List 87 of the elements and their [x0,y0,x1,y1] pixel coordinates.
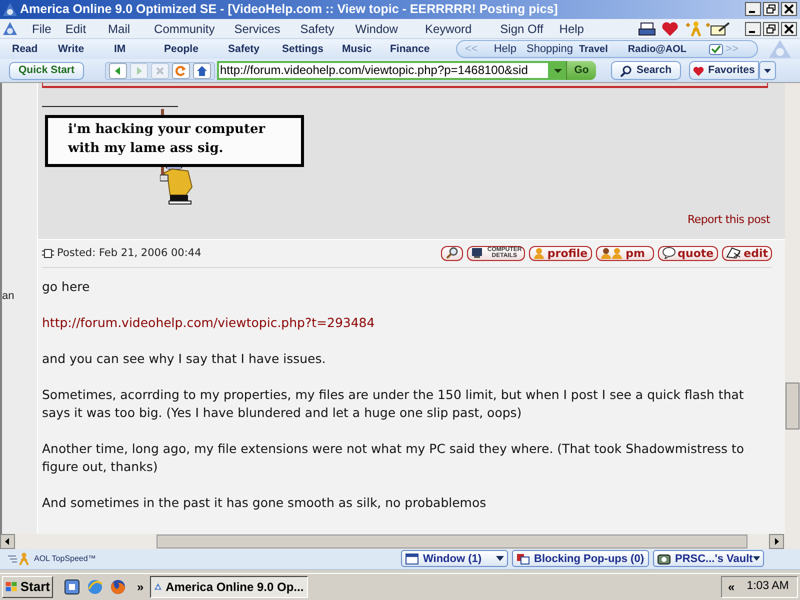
start-button[interactable]: Start [2,576,53,598]
report-link[interactable]: Report this post [688,212,770,228]
sign-text: with my lame ass sig. [68,140,224,158]
toolbar-button[interactable]: IM [114,42,164,58]
menu-item[interactable]: Window [355,20,398,38]
profile-button[interactable]: profile [529,246,592,261]
channel-link[interactable]: Travel [578,42,608,57]
window-title: America Online 9.0 Optimized SE - [VideoHelp.com :: View topic - EERRRRR! Posting pics] [20,1,559,18]
speech-bubble-icon [662,247,676,260]
minimize-button[interactable] [745,2,761,16]
buddy-add-icon [685,20,703,37]
status-dropdown[interactable]: Window (1) [401,550,508,568]
quick-launch-chevron[interactable]: » [137,578,144,596]
favorites-button[interactable]: Favorites [689,61,759,80]
topspeed-label: AOL TopSpeed™ [34,552,96,565]
go-button[interactable]: Go [566,61,596,80]
aol-logo-icon [2,21,18,36]
post-icon [42,248,54,259]
heart-icon [693,66,704,76]
menu-item[interactable]: Community [154,20,215,38]
clock: 1:03 AM [746,579,789,594]
pm-button[interactable]: pm [596,246,654,261]
close-button[interactable] [781,22,797,36]
sign-text: i'm hacking your computer [68,120,266,139]
tray-chevron[interactable]: « [728,578,735,596]
post-date: Posted: Feb 21, 2006 00:44 [57,246,202,261]
post-paragraph: and you can see why I say that I have issues. [42,350,327,368]
reload-button[interactable] [172,62,190,79]
window-icon [405,552,419,565]
horizontal-scrollbar[interactable] [0,534,800,549]
menu-item[interactable]: Edit [65,20,86,38]
search-icon [620,64,632,77]
username-fragment: an [2,290,16,302]
post-paragraph: And sometimes in the past it has gone smooth as silk, no probablemos [42,494,488,512]
menu-item[interactable]: Services [234,20,280,38]
toolbar-button[interactable]: People [164,42,228,58]
post-link[interactable]: http://forum.videohelp.com/viewtopic.php?t=293484 [42,314,754,332]
minimize-button[interactable] [745,22,761,36]
channel-link[interactable]: Radio@AOL [628,42,687,57]
scissors-note-icon [726,247,742,260]
magnifier-icon [445,247,460,260]
dropdown-button[interactable] [550,61,566,80]
toolbar-button[interactable]: Safety [228,42,282,58]
channel-link[interactable]: Help [494,41,516,58]
menu-item[interactable]: Sign Off [500,20,544,38]
quote-button[interactable]: quote [658,246,718,261]
menu-item[interactable]: Keyword [424,20,472,38]
restore-button[interactable] [763,2,779,16]
toolbar-button[interactable]: Settings [282,42,342,58]
vertical-scrollbar[interactable] [785,82,800,534]
menu-item[interactable]: File [32,20,52,38]
menu-item[interactable]: Mail [108,20,130,38]
people-icon [600,247,624,260]
restore-button[interactable] [763,22,779,36]
person-icon [533,247,546,260]
search-button[interactable]: Search [611,61,681,80]
quick-start-button[interactable]: Quick Start [9,62,84,80]
edit-button[interactable]: edit [722,246,772,261]
post-paragraph: go here [42,278,91,296]
close-button[interactable] [781,2,797,16]
toolbar-button[interactable]: Write [58,42,114,58]
post-paragraph: Sometimes, acorrding to my properties, my files are under the 150 limit, but when I post I see a quick flash that says it was too big. (Yes I have blundered and let a huge one slip past, oops) [42,386,745,422]
menu-item[interactable]: Help [559,20,584,38]
firefox-icon[interactable] [109,578,127,596]
aol-logo-icon [2,2,18,17]
menu-item[interactable]: Safety [300,20,334,38]
home-button[interactable] [193,62,211,79]
toolbar-button[interactable]: Music [342,42,390,58]
back-button[interactable] [109,62,127,79]
vault-icon [657,552,671,565]
toolbar-button[interactable]: Finance [390,42,448,58]
popup-block-icon [516,552,530,565]
check-icon[interactable] [708,44,723,55]
channel-link[interactable]: Shopping [526,41,573,58]
favorites-dropdown-button[interactable] [759,61,776,80]
printer-icon [638,20,656,37]
note-add-icon [705,20,731,37]
address-field[interactable]: http://forum.videohelp.com/viewtopic.php?p=1468100&sid [217,61,550,80]
status-dropdown[interactable]: Blocking Pop-ups (0) [512,550,649,568]
post-paragraph: Another time, long ago, my file extensions were not what my PC said they where. (That took Shadowmistress to figure out, thanks) [42,440,746,476]
toolbar-button[interactable]: Read [0,42,58,58]
heart-icon [661,20,679,37]
search-button[interactable] [441,246,464,261]
desktop-launcher-icon[interactable] [63,578,81,596]
taskbar-button[interactable]: America Online 9.0 Op... [150,576,308,598]
status-dropdown[interactable]: PRSC...'s Vault [653,550,764,568]
windows-flag-icon [5,580,18,594]
